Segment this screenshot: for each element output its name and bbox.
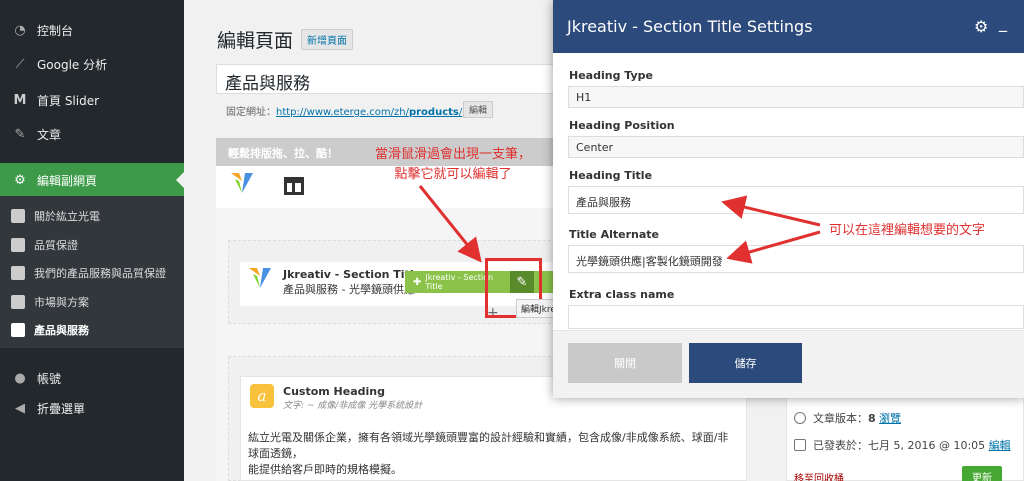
annotation-arrows	[418, 185, 821, 264]
arrow-to-title-alternate	[726, 230, 821, 264]
arrow-to-pencil	[418, 185, 482, 263]
arrow-to-heading-title	[721, 195, 821, 227]
